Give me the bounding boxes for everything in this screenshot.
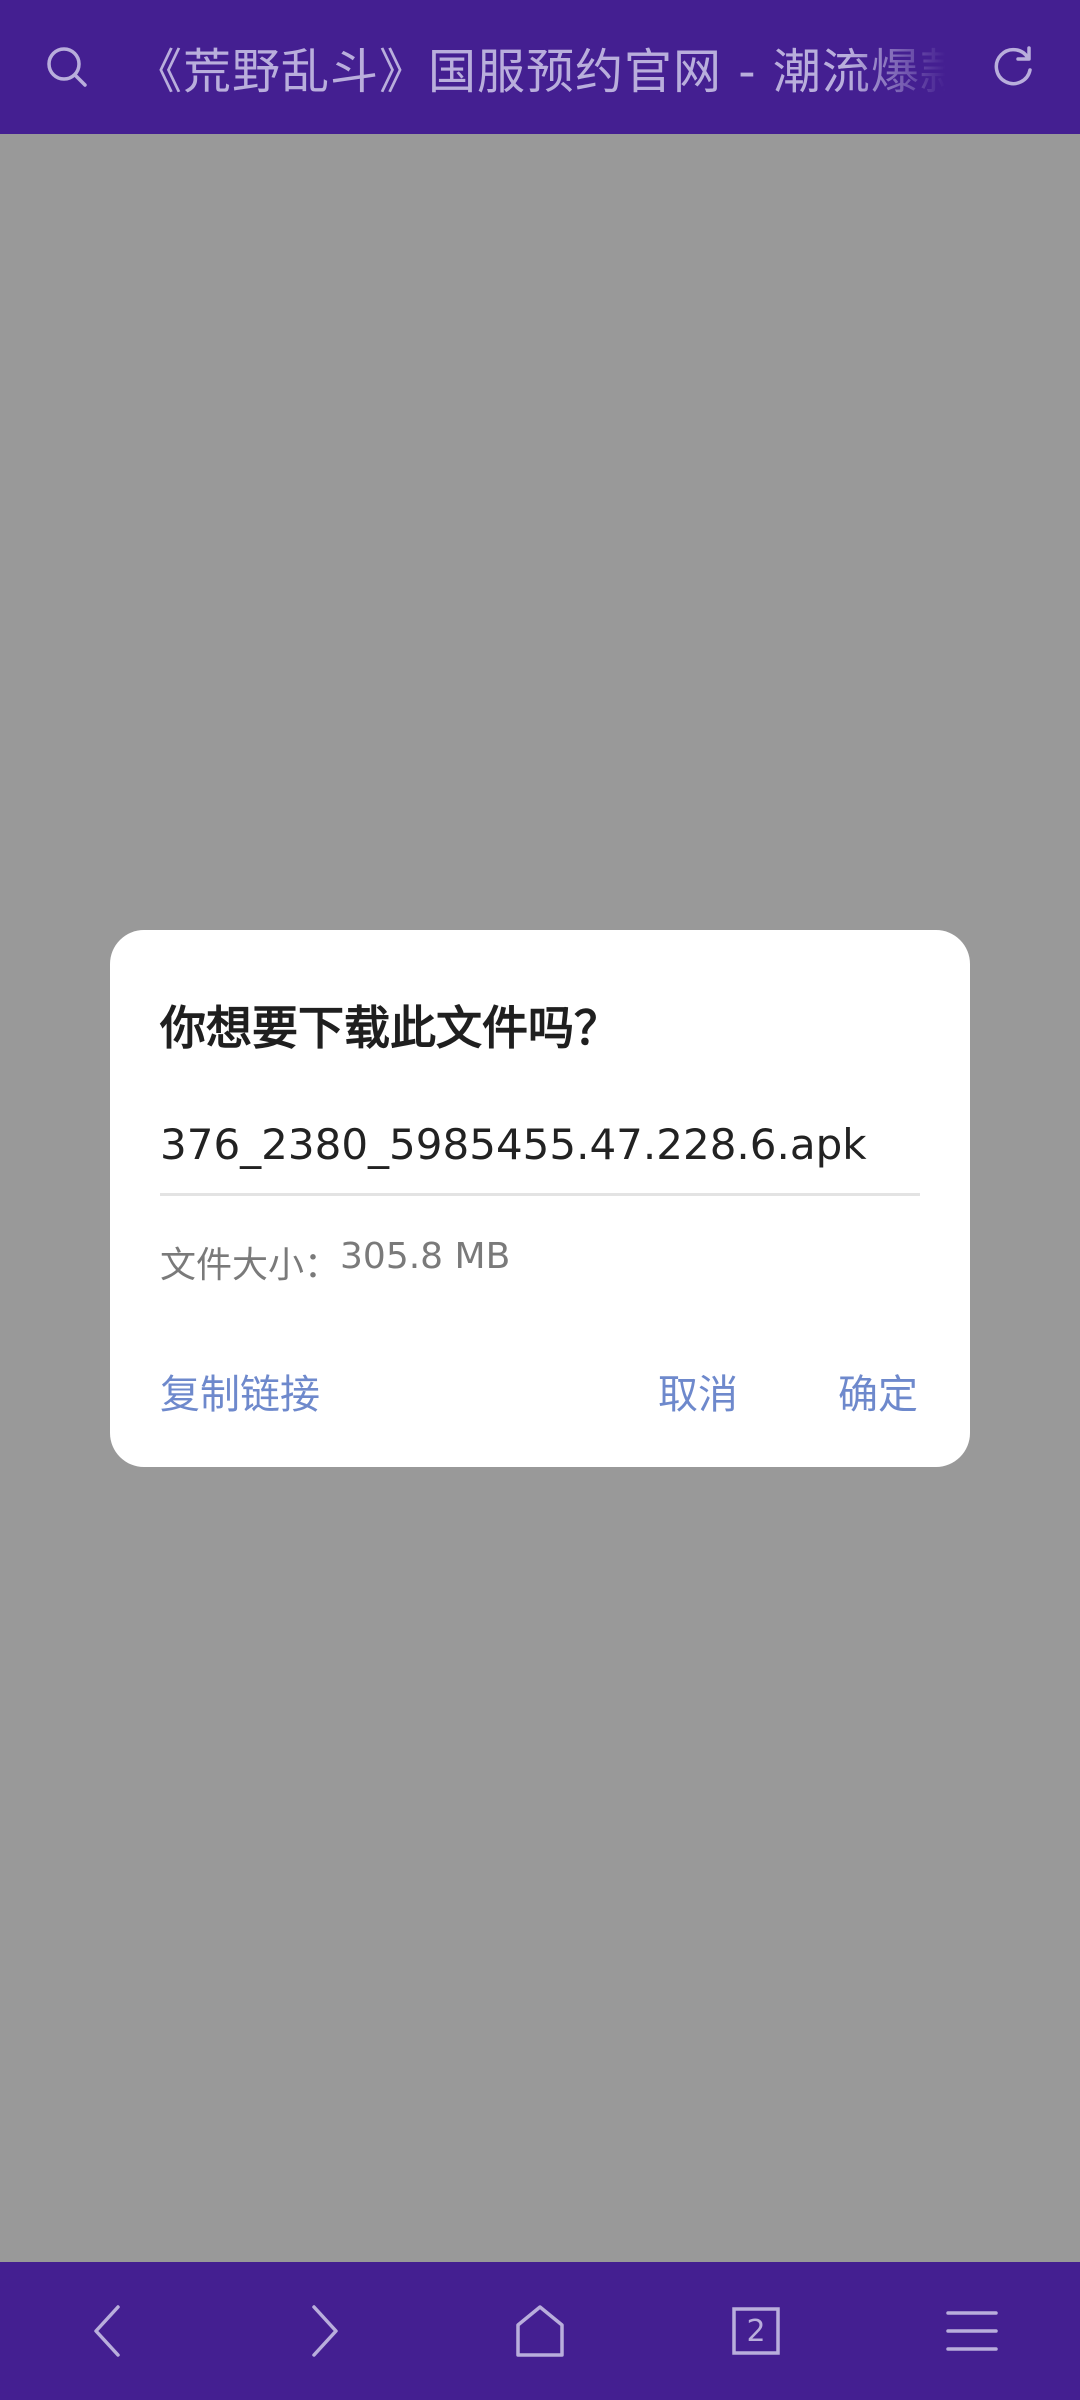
- copy-link-button[interactable]: 复制链接: [160, 1362, 320, 1420]
- tabs-button[interactable]: 2: [686, 2262, 826, 2400]
- back-button[interactable]: [38, 2262, 178, 2400]
- confirm-button[interactable]: 确定: [838, 1362, 918, 1420]
- tabs-icon: 2: [732, 2307, 780, 2355]
- file-size-info: 文件大小： 305.8 MB: [160, 1236, 510, 1288]
- file-size-value: 305.8 MB: [340, 1236, 511, 1277]
- tab-count: 2: [746, 2313, 766, 2349]
- top-address-bar: 《荒野乱斗》国服预约官网 - 潮流爆款: [0, 0, 1080, 134]
- search-button[interactable]: [0, 0, 134, 134]
- home-button[interactable]: [470, 2262, 610, 2400]
- page-title[interactable]: 《荒野乱斗》国服预约官网 - 潮流爆款: [134, 32, 946, 102]
- forward-button[interactable]: [254, 2262, 394, 2400]
- dialog-title: 你想要下载此文件吗？: [160, 1001, 620, 1055]
- forward-icon: [312, 2305, 338, 2357]
- search-icon: [47, 47, 87, 87]
- download-dialog: 你想要下载此文件吗？ 376_2380_5985455.47.228.6.apk…: [110, 930, 970, 1467]
- refresh-icon: [994, 46, 1032, 86]
- refresh-button[interactable]: [946, 0, 1080, 134]
- home-icon: [516, 2305, 564, 2357]
- filename-field[interactable]: 376_2380_5985455.47.228.6.apk: [160, 1120, 920, 1169]
- filename-underline: [160, 1193, 920, 1196]
- cancel-button[interactable]: 取消: [658, 1362, 738, 1420]
- menu-button[interactable]: [902, 2262, 1042, 2400]
- back-icon: [94, 2305, 120, 2357]
- file-size-label: 文件大小：: [160, 1245, 341, 1286]
- bottom-nav-bar: 2: [0, 2262, 1080, 2400]
- menu-icon: [946, 2311, 998, 2351]
